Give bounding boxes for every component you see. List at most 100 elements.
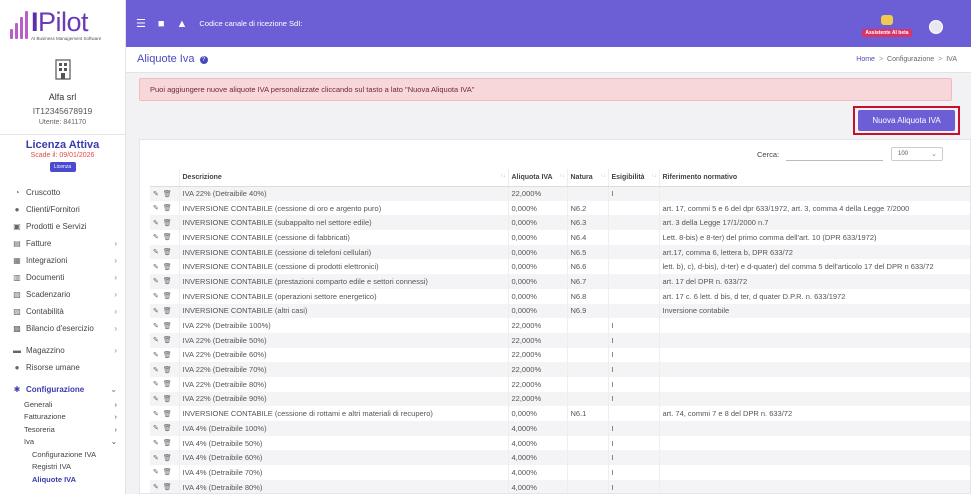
col-aliquota[interactable]: Aliquota IVA ↑↓ bbox=[508, 169, 568, 187]
edit-icon[interactable]: ✎ bbox=[153, 191, 159, 198]
edit-icon[interactable]: ✎ bbox=[153, 308, 159, 315]
edit-icon[interactable]: ✎ bbox=[153, 220, 159, 227]
edit-icon[interactable]: ✎ bbox=[153, 484, 159, 491]
trash-icon[interactable]: 🗑 bbox=[163, 308, 172, 315]
row-actions: ✎ 🗑 bbox=[150, 200, 180, 216]
edit-icon[interactable]: ✎ bbox=[153, 249, 159, 256]
cell-descrizione: IVA 22% (Detraibile 80%) bbox=[179, 376, 509, 392]
cell-riferimento: art. 17 c. 6 lett. d bis, d ter, d quate… bbox=[659, 288, 970, 304]
cell-natura: N6.2 bbox=[567, 200, 609, 216]
sidebar-item-bilancio[interactable]: ▩ Bilancio d'esercizio › bbox=[0, 320, 125, 337]
trash-icon[interactable]: 🗑 bbox=[163, 293, 172, 300]
cell-riferimento bbox=[659, 450, 970, 466]
page-size-select[interactable]: 100 ⌄ bbox=[891, 147, 943, 161]
breadcrumb-home[interactable]: Home bbox=[856, 56, 875, 63]
trash-icon[interactable]: 🗑 bbox=[163, 249, 172, 256]
trash-icon[interactable]: 🗑 bbox=[163, 337, 172, 344]
sidebar-item-configurazione[interactable]: ✱ Configurazione ⌄ bbox=[0, 381, 125, 398]
table-row: ✎ 🗑 IVA 4% (Detraibile 70%) 4,000% I bbox=[150, 465, 970, 480]
logo-mark-icon bbox=[10, 11, 28, 39]
chevron-down-icon: ⌄ bbox=[110, 437, 117, 447]
bell-icon[interactable]: ▲ bbox=[177, 18, 188, 30]
col-riferimento[interactable]: Riferimento normativo↑↓ bbox=[659, 169, 970, 187]
trash-icon[interactable]: 🗑 bbox=[163, 352, 172, 359]
edit-icon[interactable]: ✎ bbox=[153, 205, 159, 212]
cell-esigibilita: I bbox=[608, 186, 660, 201]
cell-aliquota: 22,000% bbox=[508, 347, 568, 363]
trash-icon[interactable]: 🗑 bbox=[163, 264, 172, 271]
edit-icon[interactable]: ✎ bbox=[153, 455, 159, 462]
table-row: ✎ 🗑 INVERSIONE CONTABILE (prestazioni comp… bbox=[150, 274, 970, 289]
trash-icon[interactable]: 🗑 bbox=[163, 367, 172, 374]
cell-natura: N6.8 bbox=[567, 288, 609, 304]
trash-icon[interactable]: 🗑 bbox=[163, 234, 172, 241]
app-logo[interactable]: IPilot AI Business Management Software bbox=[0, 0, 125, 50]
table-header-row: Descrizione ↑↓ Aliquota IVA ↑↓ Natura ↑↓ Es… bbox=[150, 169, 970, 187]
sidebar-item-fatture[interactable]: ▤ Fatture › bbox=[0, 235, 125, 252]
sidebar-subitem-iva[interactable]: Iva ⌄ bbox=[0, 436, 125, 449]
sidebar-subitem-generali[interactable]: Generali › bbox=[0, 398, 125, 411]
sidebar-item-integrazioni[interactable]: ▦ Integrazioni › bbox=[0, 252, 125, 269]
edit-icon[interactable]: ✎ bbox=[153, 469, 159, 476]
trash-icon[interactable]: 🗑 bbox=[163, 191, 172, 198]
sidebar-subitem-fatturazione[interactable]: Fatturazione › bbox=[0, 411, 125, 424]
trash-icon[interactable]: 🗑 bbox=[163, 323, 172, 330]
col-esigibilita[interactable]: Esigibilità ↑↓ bbox=[608, 169, 660, 187]
info-alert: Puoi aggiungere nuove aliquote IVA perso… bbox=[139, 78, 952, 101]
sidebar-item-cruscotto[interactable]: ◔ Cruscotto bbox=[0, 184, 125, 201]
edit-icon[interactable]: ✎ bbox=[153, 264, 159, 271]
trash-icon[interactable]: 🗑 bbox=[163, 278, 172, 285]
sidebar-subitem-tesoreria[interactable]: Tesoreria › bbox=[0, 423, 125, 436]
sidebar-item-contabilita[interactable]: ▨ Contabilità › bbox=[0, 303, 125, 320]
edit-icon[interactable]: ✎ bbox=[153, 425, 159, 432]
trash-icon[interactable]: 🗑 bbox=[163, 411, 172, 418]
cell-riferimento bbox=[659, 318, 970, 333]
edit-icon[interactable]: ✎ bbox=[153, 411, 159, 418]
cell-esigibilita bbox=[608, 200, 660, 216]
cell-esigibilita: I bbox=[608, 347, 660, 363]
edit-icon[interactable]: ✎ bbox=[153, 381, 159, 388]
edit-icon[interactable]: ✎ bbox=[153, 278, 159, 285]
col-natura[interactable]: Natura ↑↓ bbox=[567, 169, 609, 187]
trash-icon[interactable]: 🗑 bbox=[163, 396, 172, 403]
search-input[interactable] bbox=[786, 148, 883, 161]
trash-icon[interactable]: 🗑 bbox=[163, 440, 172, 447]
sidebar-subitem-configurazione-iva[interactable]: Configurazione IVA bbox=[0, 448, 125, 461]
sidebar-item-magazzino[interactable]: ▬ Magazzino › bbox=[0, 342, 125, 359]
cell-natura bbox=[567, 332, 609, 348]
sidebar-item-clienti-fornitori[interactable]: ● Clienti/Fornitori bbox=[0, 201, 125, 218]
assistant-ai-button[interactable]: Assistente AI beta bbox=[860, 15, 914, 37]
col-descrizione[interactable]: Descrizione ↑↓ bbox=[179, 169, 509, 187]
trash-icon[interactable]: 🗑 bbox=[163, 381, 172, 388]
trash-icon[interactable]: 🗑 bbox=[163, 455, 172, 462]
edit-icon[interactable]: ✎ bbox=[153, 440, 159, 447]
sidebar-item-scadenzario[interactable]: ▧ Scadenzario › bbox=[0, 286, 125, 303]
edit-icon[interactable]: ✎ bbox=[153, 337, 159, 344]
edit-icon[interactable]: ✎ bbox=[153, 367, 159, 374]
trash-icon[interactable]: 🗑 bbox=[163, 205, 172, 212]
sidebar-item-risorse-umane[interactable]: ● Risorse umane bbox=[0, 359, 125, 376]
edit-icon[interactable]: ✎ bbox=[153, 234, 159, 241]
edit-icon[interactable]: ✎ bbox=[153, 396, 159, 403]
new-vat-rate-button[interactable]: Nuova Aliquota IVA bbox=[858, 110, 955, 131]
edit-icon[interactable]: ✎ bbox=[153, 352, 159, 359]
chat-icon[interactable]: ■ bbox=[158, 18, 165, 30]
hamburger-menu-icon[interactable]: ☰ bbox=[136, 17, 146, 30]
trash-icon[interactable]: 🗑 bbox=[163, 469, 172, 476]
breadcrumb-configurazione[interactable]: Configurazione bbox=[887, 56, 934, 63]
avatar[interactable] bbox=[929, 20, 943, 34]
cell-natura bbox=[567, 376, 609, 392]
sidebar-subitem-aliquote-iva[interactable]: Aliquote IVA bbox=[0, 473, 125, 486]
help-icon[interactable]: ? bbox=[199, 56, 208, 64]
sidebar-subitem-registri-iva[interactable]: Registri IVA bbox=[0, 461, 125, 474]
license-button[interactable]: Licenza bbox=[49, 162, 76, 172]
gear-icon: ✱ bbox=[13, 385, 21, 394]
edit-icon[interactable]: ✎ bbox=[153, 323, 159, 330]
sidebar-item-prodotti-servizi[interactable]: ▣ Prodotti e Servizi bbox=[0, 218, 125, 235]
sort-icon: ↑↓ bbox=[600, 173, 606, 179]
sidebar-item-documenti[interactable]: ▥ Documenti › bbox=[0, 269, 125, 286]
trash-icon[interactable]: 🗑 bbox=[163, 484, 172, 491]
edit-icon[interactable]: ✎ bbox=[153, 293, 159, 300]
trash-icon[interactable]: 🗑 bbox=[163, 220, 172, 227]
trash-icon[interactable]: 🗑 bbox=[163, 425, 172, 432]
